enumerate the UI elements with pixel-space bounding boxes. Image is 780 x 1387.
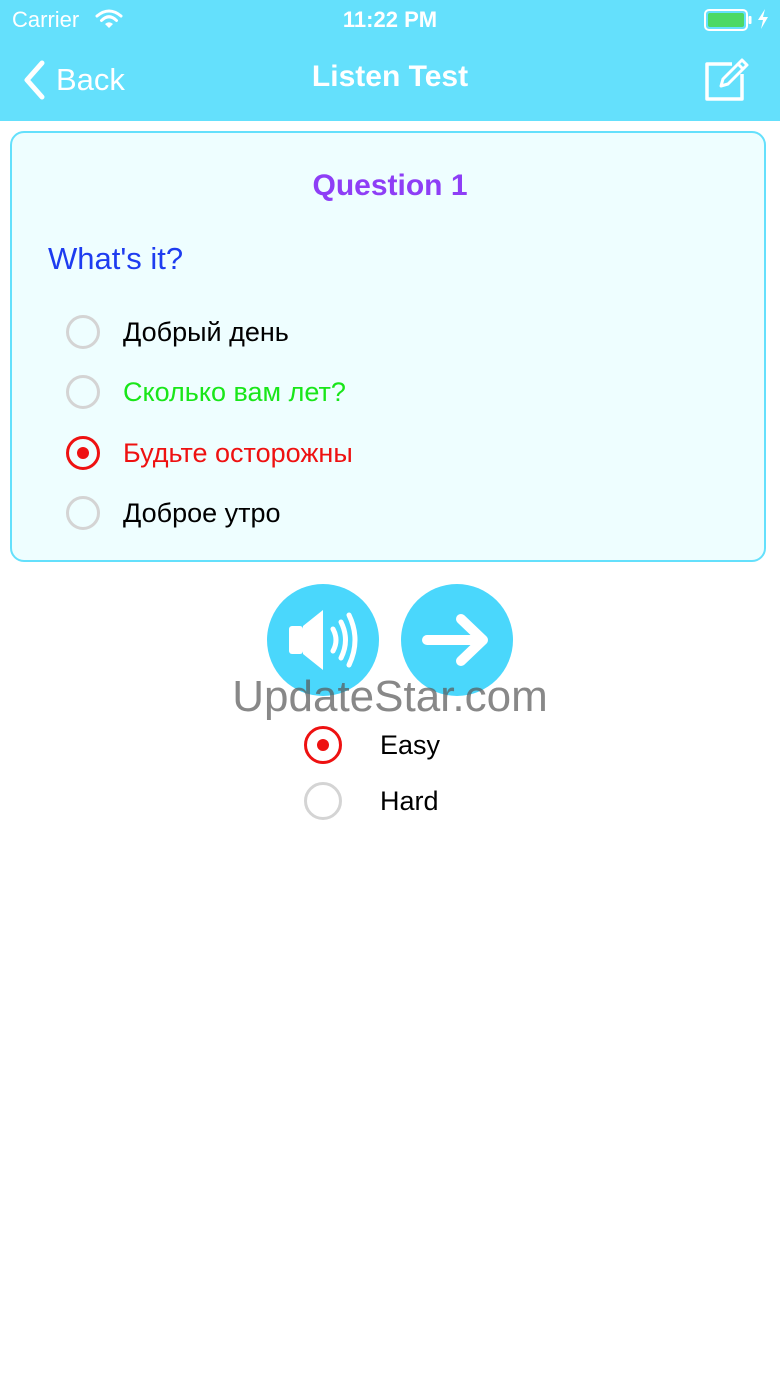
next-button[interactable] xyxy=(401,584,513,696)
speaker-icon xyxy=(289,610,358,670)
answer-option-4[interactable]: Доброе утро xyxy=(66,491,281,535)
difficulty-label: Hard xyxy=(380,785,439,816)
question-prompt: What's it? xyxy=(48,241,184,276)
answer-label: Доброе утро xyxy=(123,497,281,528)
radio-dot xyxy=(317,739,329,751)
radio-button[interactable] xyxy=(66,375,100,409)
answer-option-2[interactable]: Сколько вам лет? xyxy=(66,370,346,414)
charging-icon xyxy=(756,8,770,35)
radio-button[interactable] xyxy=(66,496,100,530)
radio-dot xyxy=(77,447,89,459)
question-card: Question 1 What's it? Добрый день Скольк… xyxy=(10,131,766,562)
back-button[interactable]: Back xyxy=(22,56,125,104)
radio-button[interactable] xyxy=(304,782,342,820)
edit-button[interactable] xyxy=(702,56,750,109)
answer-option-3[interactable]: Будьте осторожны xyxy=(66,431,353,475)
status-bar: Carrier 11:22 PM xyxy=(0,0,780,40)
difficulty-label: Easy xyxy=(380,729,441,760)
radio-button-selected[interactable] xyxy=(304,726,342,764)
answer-option-1[interactable]: Добрый день xyxy=(66,310,289,354)
status-time: 11:22 PM xyxy=(342,7,438,32)
battery-icon xyxy=(704,9,752,36)
chevron-left-icon xyxy=(24,60,45,100)
answer-label: Добрый день xyxy=(123,316,289,347)
question-title: Question 1 xyxy=(312,169,468,202)
answer-label: Будьте осторожны xyxy=(123,437,353,468)
difficulty-hard[interactable]: Hard xyxy=(304,779,439,823)
navigation-bar: Carrier 11:22 PM Back Listen Test xyxy=(0,0,780,121)
play-audio-button[interactable] xyxy=(267,584,379,696)
edit-icon xyxy=(705,58,749,101)
difficulty-easy[interactable]: Easy xyxy=(304,723,440,767)
watermark: UpdateStar.com xyxy=(232,672,548,721)
answer-label: Сколько вам лет? xyxy=(123,376,346,407)
radio-button[interactable] xyxy=(66,315,100,349)
back-label: Back xyxy=(56,62,125,97)
arrow-right-icon xyxy=(422,614,488,666)
radio-button-selected[interactable] xyxy=(66,436,100,470)
